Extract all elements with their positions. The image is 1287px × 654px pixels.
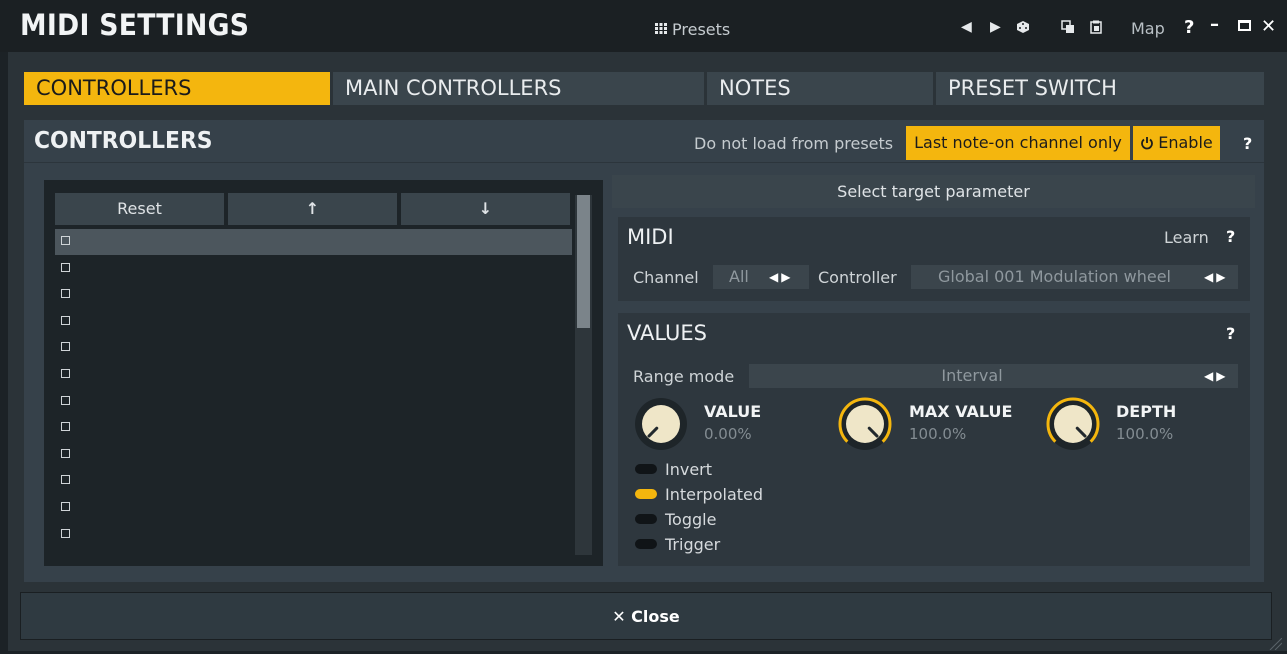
do-not-load-from-presets-toggle[interactable]: Do not load from presets [694,134,893,153]
invert-label[interactable]: Invert [665,460,712,479]
list-item[interactable] [55,442,572,468]
max-value-knob[interactable] [836,395,894,453]
tab-preset-switch[interactable]: PRESET SWITCH [936,72,1264,105]
list-item[interactable] [55,309,572,335]
list-item-checkbox[interactable] [61,342,70,352]
channel-arrows-icon[interactable]: ◀▶ [769,265,793,289]
list-item[interactable] [55,468,572,494]
next-preset-icon[interactable]: ▶ [990,19,1001,35]
range-mode-value: Interval [941,366,1003,385]
list-item-checkbox[interactable] [61,448,70,458]
range-mode-select[interactable]: Interval ◀▶ [749,364,1238,388]
power-icon [1140,135,1154,150]
toggle-label[interactable]: Toggle [665,510,716,529]
enable-label: Enable [1158,133,1213,152]
channel-label: Channel [633,268,699,287]
value-knob-readout: 0.00% [704,425,752,443]
toggle-toggle[interactable] [635,514,657,524]
random-icon[interactable] [1016,19,1030,33]
controller-value: Global 001 Modulation wheel [938,267,1171,286]
channel-value: All [729,267,749,286]
prev-preset-icon[interactable]: ◀ [961,19,972,35]
range-mode-label: Range mode [633,367,735,386]
controller-arrows-icon[interactable]: ◀▶ [1204,265,1228,289]
depth-knob-label: DEPTH [1116,402,1177,421]
list-item-checkbox[interactable] [61,475,70,485]
tab-notes[interactable]: NOTES [707,72,933,105]
list-item-checkbox[interactable] [61,502,70,511]
minimize-icon[interactable]: – [1210,14,1219,35]
tab-controllers[interactable]: CONTROLLERS [24,72,330,105]
midi-help-button[interactable]: ? [1226,227,1235,246]
invert-toggle[interactable] [635,464,657,474]
midi-title: MIDI [627,225,674,249]
controllers-help-button[interactable]: ? [1243,134,1252,153]
trigger-label[interactable]: Trigger [665,535,720,554]
select-target-parameter-button[interactable]: Select target parameter [612,175,1255,208]
presets-button[interactable]: Presets [672,20,730,39]
list-item[interactable] [55,335,572,361]
paste-icon[interactable] [1089,19,1103,34]
list-item[interactable] [55,256,572,282]
close-label: ✕ Close [612,607,680,626]
help-button[interactable]: ? [1184,17,1194,38]
controllers-title: CONTROLLERS [34,128,213,154]
list-item[interactable] [55,362,572,388]
move-up-button[interactable]: ↑ [228,193,397,225]
list-item-checkbox[interactable] [61,315,70,325]
list-item[interactable] [55,415,572,441]
list-item[interactable] [55,389,572,415]
list-item-checkbox[interactable] [61,236,70,245]
depth-knob[interactable] [1044,395,1102,453]
interpolated-label[interactable]: Interpolated [665,485,763,504]
list-item[interactable] [55,495,572,521]
tab-main-controllers[interactable]: MAIN CONTROLLERS [333,72,704,105]
value-knob[interactable] [632,395,690,453]
window-title: MIDI SETTINGS [20,8,250,42]
list-item[interactable] [55,282,572,308]
presets-grid-icon[interactable] [655,20,667,34]
channel-select[interactable]: All ◀▶ [713,265,809,289]
close-button[interactable]: ✕ Close [20,592,1272,640]
list-item[interactable] [55,229,572,255]
list-item-checkbox[interactable] [61,289,70,299]
map-button[interactable]: Map [1131,19,1165,38]
interpolated-toggle[interactable] [635,489,657,499]
max-value-knob-readout: 100.0% [909,425,967,443]
reset-button[interactable]: Reset [55,193,224,225]
depth-knob-readout: 100.0% [1116,425,1174,443]
list-item-checkbox[interactable] [61,369,70,378]
copy-icon[interactable] [1061,19,1075,33]
list-item-checkbox[interactable] [61,395,70,405]
max-value-knob-label: MAX VALUE [909,402,1013,421]
maximize-icon[interactable] [1238,20,1251,31]
move-down-button[interactable]: ↓ [401,193,570,225]
list-item[interactable] [55,522,572,548]
last-note-on-channel-only-button[interactable]: Last note-on channel only [906,126,1130,160]
list-item-checkbox[interactable] [61,262,70,272]
list-item-checkbox[interactable] [61,528,70,538]
trigger-toggle[interactable] [635,539,657,549]
range-mode-arrows-icon[interactable]: ◀▶ [1204,364,1228,388]
controller-select[interactable]: Global 001 Modulation wheel ◀▶ [911,265,1238,289]
list-item-checkbox[interactable] [61,422,70,432]
learn-button[interactable]: Learn [1164,228,1209,247]
divider [24,162,1264,163]
values-help-button[interactable]: ? [1226,324,1235,343]
close-window-icon[interactable]: ✕ [1261,16,1276,37]
scrollbar-thumb[interactable] [577,195,590,328]
resize-handle-icon[interactable] [1266,635,1283,651]
values-title: VALUES [627,321,708,345]
value-knob-label: VALUE [704,402,762,421]
controller-label: Controller [818,268,897,287]
